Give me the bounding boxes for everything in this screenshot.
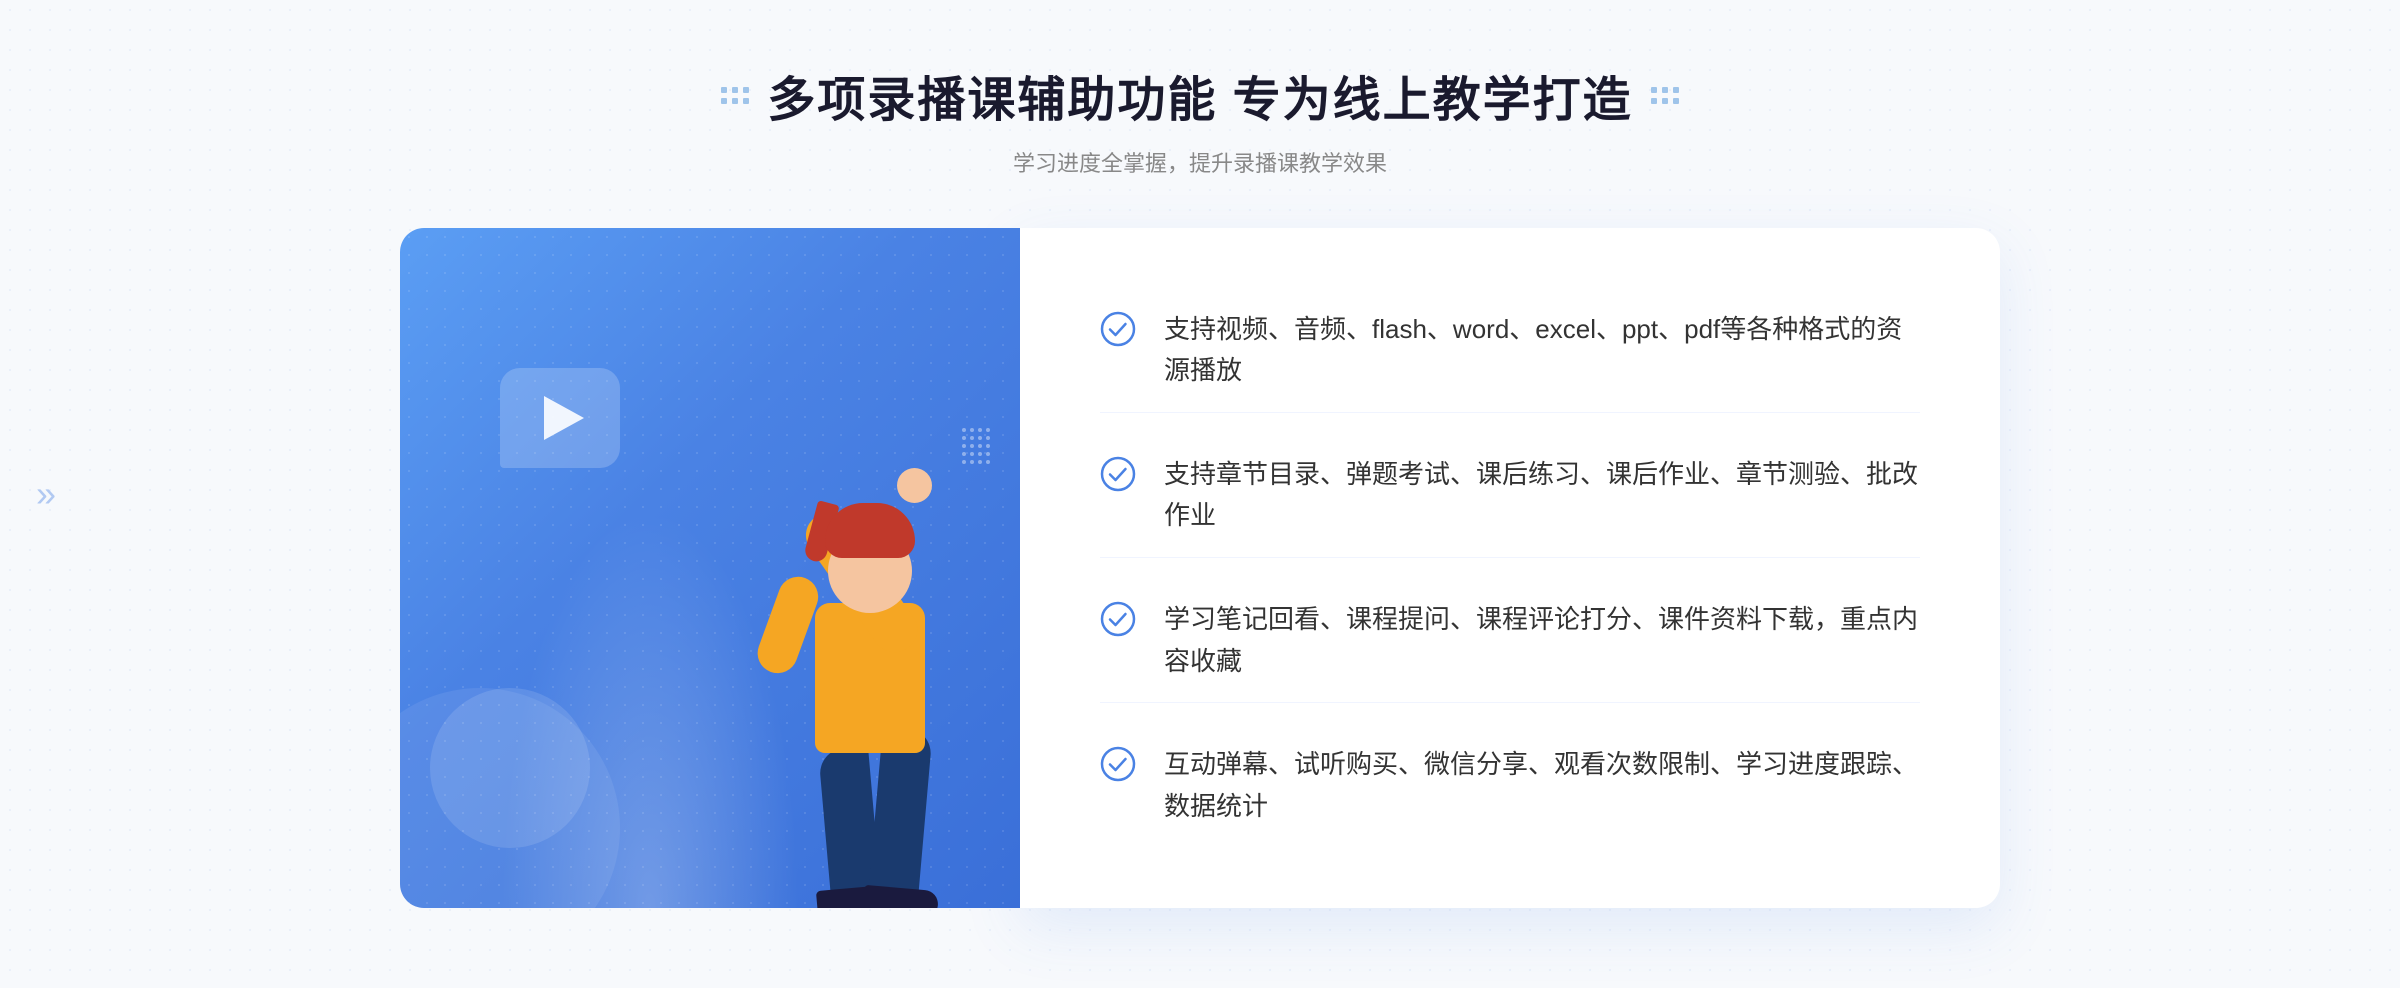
feature-text-1: 支持视频、音频、flash、word、excel、ppt、pdf等各种格式的资源… [1164, 309, 1920, 392]
check-icon-2 [1100, 456, 1136, 492]
subtitle: 学习进度全掌握，提升录播课教学效果 [721, 146, 1678, 178]
check-icon-4 [1100, 746, 1136, 782]
feature-item-2: 支持章节目录、弹题考试、课后练习、课后作业、章节测验、批改作业 [1100, 434, 1920, 558]
title-dots-right [1651, 87, 1679, 104]
right-features-panel: 支持视频、音频、flash、word、excel、ppt、pdf等各种格式的资源… [1020, 228, 2000, 908]
hair [825, 503, 915, 558]
title-row: 多项录播课辅助功能 专为线上教学打造 [721, 60, 1678, 130]
figure-container [570, 348, 920, 908]
feature-text-2: 支持章节目录、弹题考试、课后练习、课后作业、章节测验、批改作业 [1164, 454, 1920, 537]
left-arrow-decoration: » [36, 476, 56, 512]
feature-text-4: 互动弹幕、试听购买、微信分享、观看次数限制、学习进度跟踪、数据统计 [1164, 744, 1920, 827]
title-dots-left [721, 87, 749, 104]
hand-right [897, 468, 932, 503]
chevron-right-icon: » [36, 476, 56, 512]
content-area: 支持视频、音频、flash、word、excel、ppt、pdf等各种格式的资源… [400, 228, 2000, 908]
page-container: 多项录播课辅助功能 专为线上教学打造 学习进度全掌握，提升录播课教学效果 » [0, 0, 2400, 988]
feature-item-3: 学习笔记回看、课程提问、课程评论打分、课件资料下载，重点内容收藏 [1100, 579, 1920, 703]
main-title: 多项录播课辅助功能 专为线上教学打造 [767, 60, 1632, 130]
feature-item-4: 互动弹幕、试听购买、微信分享、观看次数限制、学习进度跟踪、数据统计 [1100, 724, 1920, 847]
left-illustration-panel [400, 228, 1020, 908]
feature-text-3: 学习笔记回看、课程提问、课程评论打分、课件资料下载，重点内容收藏 [1164, 599, 1920, 682]
check-icon-3 [1100, 601, 1136, 637]
deco-dot-lines [962, 428, 990, 464]
deco-circle-medium [430, 688, 590, 848]
shoe-right [862, 885, 939, 908]
header-section: 多项录播课辅助功能 专为线上教学打造 学习进度全掌握，提升录播课教学效果 [721, 60, 1678, 178]
leg-right [867, 726, 932, 908]
arm-left [752, 571, 824, 679]
check-icon-1 [1100, 311, 1136, 347]
feature-item-1: 支持视频、音频、flash、word、excel、ppt、pdf等各种格式的资源… [1100, 289, 1920, 413]
